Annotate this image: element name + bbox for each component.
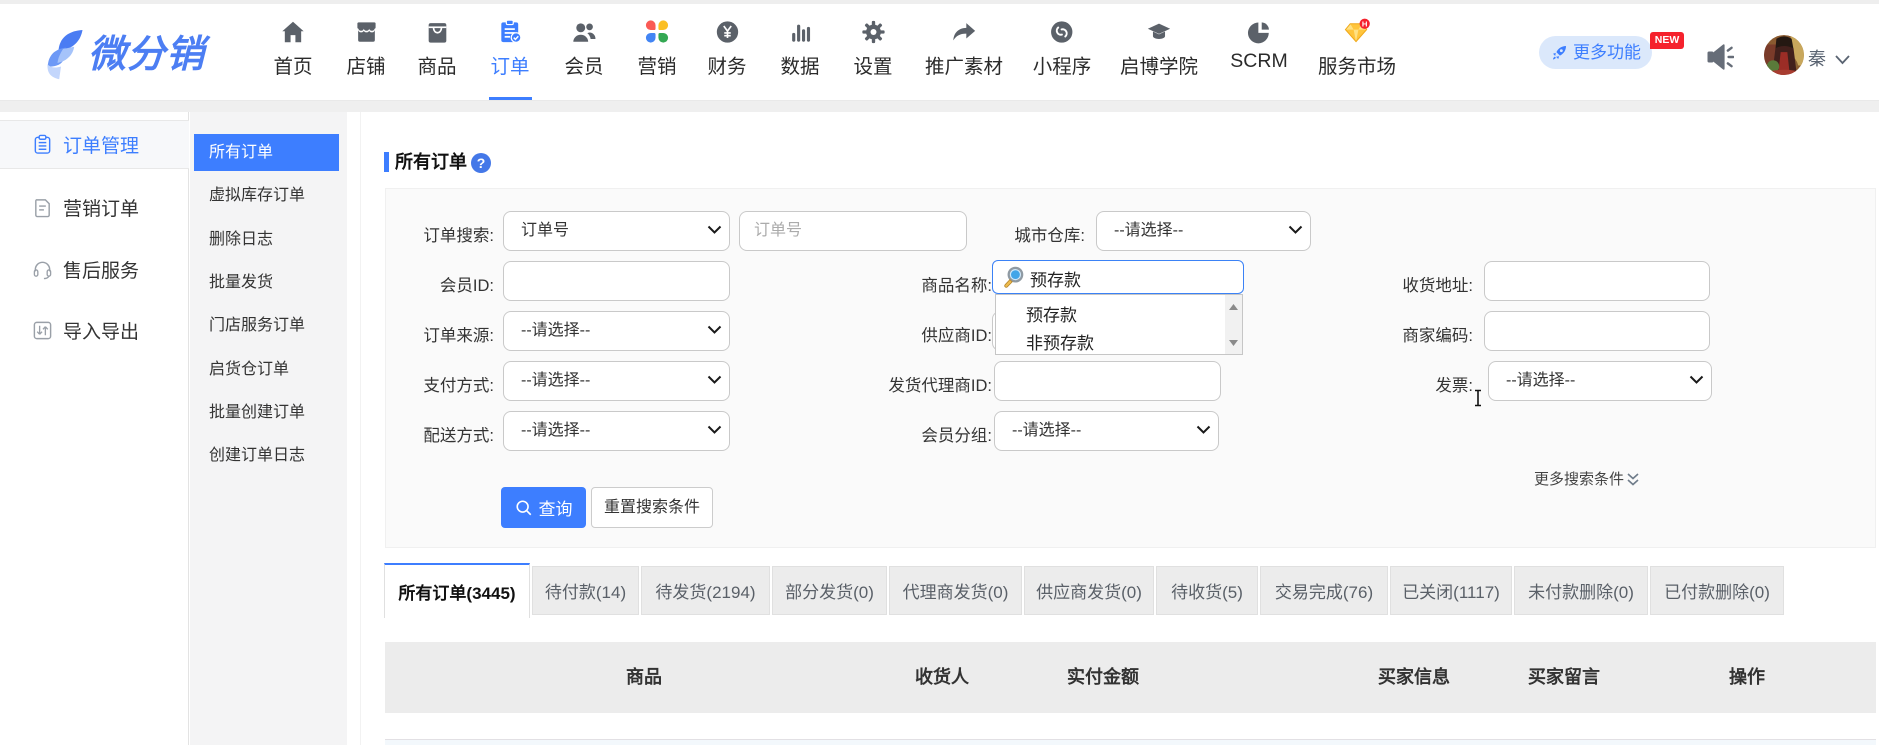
svg-text:H: H <box>1362 19 1368 28</box>
svg-text:微分销: 微分销 <box>88 34 211 76</box>
